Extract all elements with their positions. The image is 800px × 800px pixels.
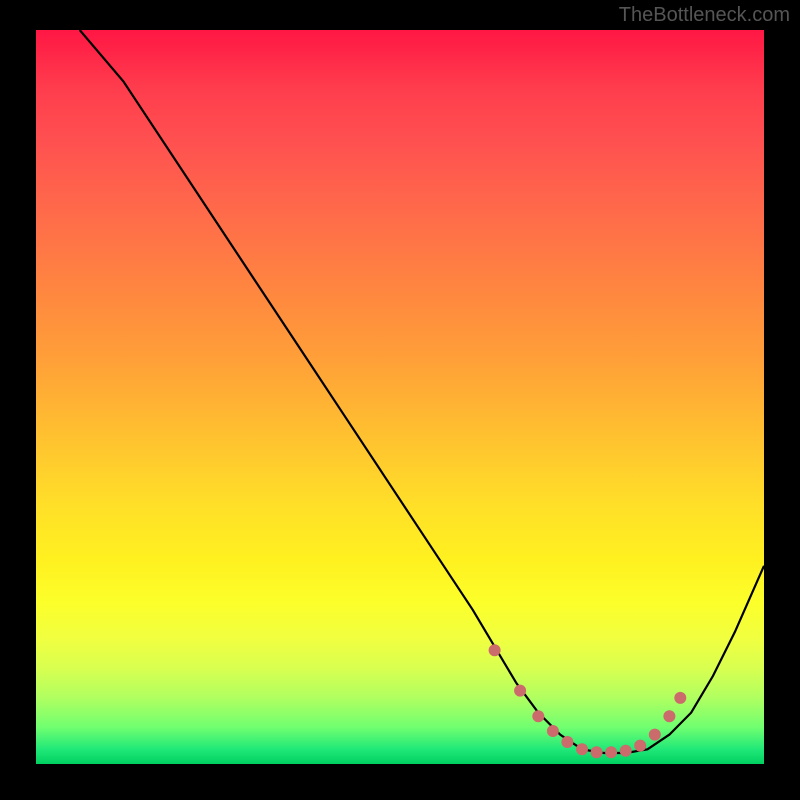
attribution-text: TheBottleneck.com xyxy=(619,4,790,27)
chart-markers xyxy=(489,644,687,758)
marker-dot xyxy=(663,710,675,722)
marker-dot xyxy=(561,736,573,748)
marker-dot xyxy=(514,685,526,697)
marker-dot xyxy=(649,729,661,741)
marker-dot xyxy=(605,746,617,758)
marker-dot xyxy=(674,692,686,704)
marker-dot xyxy=(620,745,632,757)
chart-plot-area xyxy=(36,30,764,764)
chart-overlay xyxy=(36,30,764,764)
chart-curve xyxy=(80,30,764,753)
marker-dot xyxy=(547,725,559,737)
marker-dot xyxy=(532,710,544,722)
marker-dot xyxy=(576,743,588,755)
marker-dot xyxy=(591,746,603,758)
marker-dot xyxy=(489,644,501,656)
marker-dot xyxy=(634,740,646,752)
